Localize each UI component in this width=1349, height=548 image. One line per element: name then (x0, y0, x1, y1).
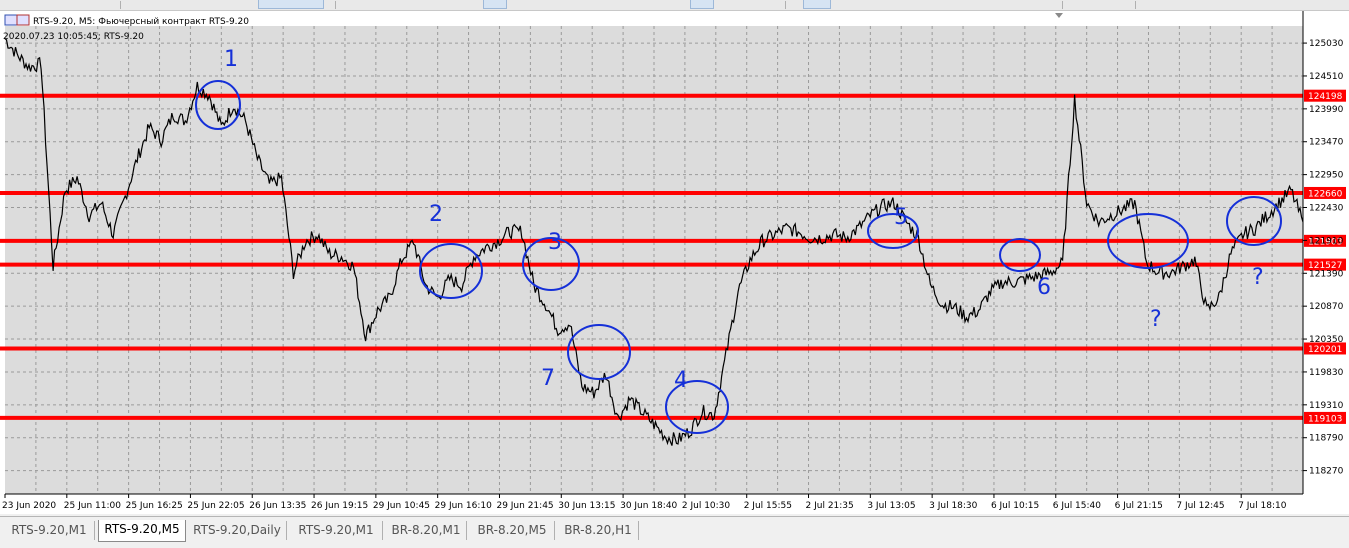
toolbar-button[interactable] (483, 0, 507, 9)
chart-tab-bar: RTS-9.20,M1 RTS-9.20,M5 RTS-9.20,Daily RTS-… (0, 516, 1349, 548)
x-tick-label: 25 Jun 16:25 (126, 501, 183, 511)
x-tick-label: 7 Jul 18:10 (1238, 501, 1287, 511)
x-tick-label: 29 Jun 21:45 (496, 501, 553, 511)
tab-rts-9-20-m5-1[interactable]: RTS-9.20,M5 (98, 520, 186, 542)
y-tick-label: 123990 (1309, 105, 1344, 115)
y-tick-label: 118790 (1309, 434, 1344, 444)
annotation-label: 1 (224, 47, 238, 72)
y-tick-label: 120350 (1309, 335, 1344, 345)
y-tick-label: 125030 (1309, 39, 1344, 49)
toolbar-divider (1135, 1, 1136, 9)
chart-title: RTS-9.20, M5: Фьючерсный контракт RTS-9.… (33, 17, 249, 27)
price-chart[interactable]: 124198122660121903121527120201119103 123… (0, 11, 1349, 514)
level-price-label: 124198 (1308, 92, 1343, 102)
tab-rts-9-20-m1-0[interactable]: RTS-9.20,M1 (4, 521, 95, 540)
y-tick-label: 118270 (1309, 467, 1344, 477)
x-tick-label: 30 Jun 13:15 (558, 501, 615, 511)
x-tick-label: 3 Jul 18:30 (929, 501, 978, 511)
x-tick-label: 26 Jun 13:35 (249, 501, 306, 511)
toolbar-button[interactable] (258, 0, 324, 9)
y-tick-label: 122430 (1309, 204, 1344, 214)
y-tick-label: 124510 (1309, 72, 1344, 82)
x-tick-label: 7 Jul 12:45 (1176, 501, 1224, 511)
annotation-label: 2 (429, 202, 443, 227)
chart-window[interactable]: 124198 122660 121903 121527 120201 119103 123… (0, 11, 1349, 514)
x-tick-label: 26 Jun 19:15 (311, 501, 368, 511)
x-tick-label: 2 Jul 21:35 (806, 501, 854, 511)
x-tick-label: 25 Jun 11:00 (64, 501, 121, 511)
y-tick-label: 119310 (1309, 401, 1344, 411)
level-price-label: 119103 (1308, 414, 1342, 424)
tab-rts-9-20-m1-3[interactable]: RTS-9.20,M1 (290, 521, 383, 540)
x-tick-label: 2 Jul 10:30 (682, 501, 731, 511)
x-tick-label: 6 Jul 21:15 (1115, 501, 1163, 511)
x-tick-label: 23 Jun 2020 (2, 501, 56, 511)
toolbar-button[interactable] (690, 0, 714, 9)
annotation-label: ? (1150, 307, 1162, 332)
x-tick-label: 30 Jun 18:40 (620, 501, 677, 511)
toolbar-strip (0, 0, 1349, 11)
x-tick-label: 6 Jul 10:15 (991, 501, 1039, 511)
y-tick-label: 122950 (1309, 171, 1344, 181)
tab-br-8-20-m1-4[interactable]: BR-8.20,M1 (386, 521, 467, 540)
x-tick-label: 29 Jun 10:45 (373, 501, 430, 511)
tab-rts-9-20-daily-2[interactable]: RTS-9.20,Daily (188, 521, 287, 540)
level-price-label: 120201 (1308, 345, 1342, 355)
y-tick-label: 123470 (1309, 138, 1344, 148)
level-price-label: 122660 (1308, 189, 1343, 199)
x-tick-label: 25 Jun 22:05 (187, 501, 244, 511)
bar-chart-icon (16, 14, 30, 26)
annotation-label: ? (1252, 265, 1264, 290)
y-tick-label: 120870 (1309, 302, 1344, 312)
toolbar-divider (1062, 1, 1063, 9)
x-tick-label: 6 Jul 15:40 (1053, 501, 1102, 511)
annotation-label: 5 (894, 205, 908, 230)
annotation-label: 4 (674, 368, 688, 393)
shift-marker-icon[interactable] (1055, 13, 1063, 18)
chart-subtitle: 2020.07.23 10:05:45; RTS-9.20 (3, 32, 144, 42)
toolbar-button[interactable] (803, 0, 831, 9)
y-tick-label: 121910 (1309, 236, 1344, 246)
annotation-label: 6 (1037, 275, 1051, 300)
tab-br-8-20-m5-5[interactable]: BR-8.20,M5 (470, 521, 555, 540)
x-tick-label: 3 Jul 13:05 (867, 501, 915, 511)
annotation-label: 3 (548, 230, 562, 255)
toolbar-divider (785, 1, 786, 9)
toolbar-divider (120, 1, 121, 9)
toolbar-divider (335, 1, 336, 9)
x-tick-label: 2 Jul 15:55 (744, 501, 792, 511)
y-tick-label: 119830 (1309, 368, 1344, 378)
chart-window-icon (4, 14, 18, 26)
annotation-label: 7 (541, 366, 555, 391)
tab-br-8-20-h1-6[interactable]: BR-8.20,H1 (558, 521, 639, 540)
y-tick-label: 121390 (1309, 269, 1344, 279)
x-tick-label: 29 Jun 16:10 (435, 501, 492, 511)
